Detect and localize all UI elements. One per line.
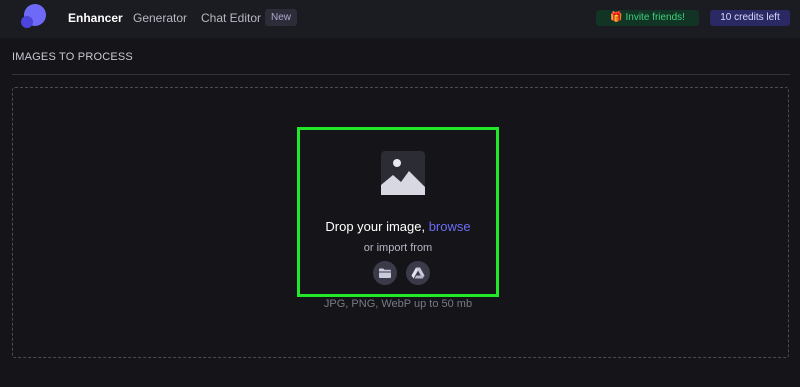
nav-enhancer[interactable]: Enhancer — [68, 11, 123, 25]
import-folder-button[interactable] — [373, 261, 397, 285]
folder-icon — [379, 268, 391, 278]
upload-card[interactable]: Drop your image, browse or import from — [297, 127, 499, 297]
browse-link[interactable]: browse — [429, 219, 471, 234]
google-drive-icon — [411, 267, 425, 279]
credits-label: 10 credits left — [720, 12, 780, 23]
drop-instructions: Drop your image, browse — [300, 219, 496, 234]
section-title: IMAGES TO PROCESS — [12, 51, 133, 63]
image-icon — [381, 151, 425, 195]
import-from-label: or import from — [363, 242, 433, 254]
credits-badge[interactable]: 10 credits left — [710, 10, 790, 26]
app-logo-icon[interactable] — [21, 4, 47, 30]
supported-formats: JPG, PNG, WebP up to 50 mb — [323, 298, 473, 310]
gift-icon: 🎁 — [610, 12, 623, 23]
new-badge: New — [265, 9, 298, 26]
invite-friends-button[interactable]: 🎁 Invite friends! — [596, 10, 699, 26]
section-divider — [12, 74, 790, 75]
drop-text: Drop your image, — [325, 219, 429, 234]
logo-shape-small — [21, 16, 33, 28]
nav-generator[interactable]: Generator — [133, 11, 187, 25]
nav-chat-editor[interactable]: Chat Editor — [201, 11, 261, 25]
import-google-drive-button[interactable] — [406, 261, 430, 285]
invite-friends-label: Invite friends! — [625, 12, 685, 23]
top-navbar: Enhancer Generator Chat Editor New 🎁 Invi… — [0, 0, 800, 38]
